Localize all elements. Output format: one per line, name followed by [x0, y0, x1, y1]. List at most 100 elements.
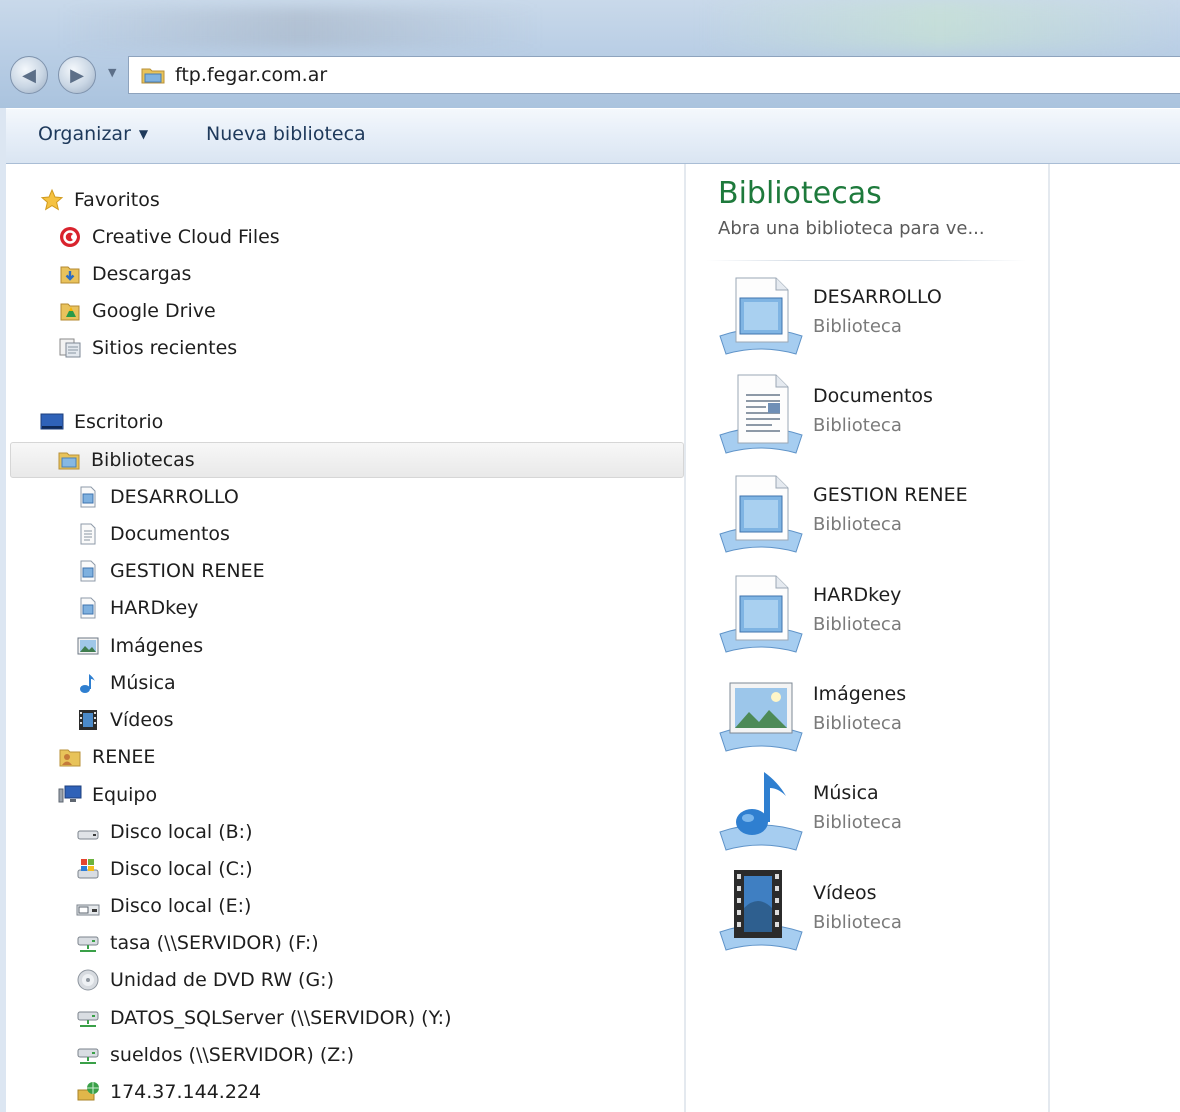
nav-item-label: Google Drive	[92, 300, 216, 322]
library-type: Biblioteca	[813, 614, 902, 635]
nav-item-label: sueldos (\\SERVIDOR) (Z:)	[110, 1044, 355, 1066]
library-type: Biblioteca	[813, 316, 902, 337]
library-name: Vídeos	[813, 882, 877, 904]
organize-label: Organizar	[38, 123, 131, 145]
new-library-button[interactable]: Nueva biblioteca	[206, 123, 366, 145]
creative-cloud-icon	[58, 225, 82, 249]
nav-item-label: DATOS_SQLServer (\\SERVIDOR) (Y:)	[110, 1007, 452, 1029]
music-icon	[719, 772, 803, 851]
nav-item-library[interactable]: Imágenes	[76, 628, 203, 664]
window-title-bar: ◀ ▶ ▼ ftp.fegar.com.ar	[0, 0, 1180, 108]
library-folder-icon	[57, 448, 81, 472]
library-icon	[719, 475, 803, 553]
nav-item-drive[interactable]: Disco local (E:)	[76, 888, 251, 924]
nav-item-user-folder[interactable]: RENEE	[58, 739, 155, 775]
library-tile[interactable]: HARDkey Biblioteca	[716, 570, 1036, 662]
nav-item-library[interactable]: Documentos	[76, 516, 230, 552]
nav-item-computer[interactable]: Equipo	[58, 777, 157, 813]
hard-drive-icon	[76, 820, 100, 844]
nav-item-library[interactable]: DESARROLLO	[76, 479, 239, 515]
nav-item-drive[interactable]: tasa (\\SERVIDOR) (F:)	[76, 925, 319, 961]
nav-item-label: Música	[110, 672, 176, 694]
nav-item-drive[interactable]: DATOS_SQLServer (\\SERVIDOR) (Y:)	[76, 1000, 451, 1036]
nav-item-drive[interactable]: Disco local (C:)	[76, 851, 253, 887]
nav-item-library[interactable]: Música	[76, 665, 176, 701]
content-right-edge	[1048, 164, 1050, 1112]
videos-icon	[719, 870, 803, 951]
nav-item-label: GESTION RENEE	[110, 560, 265, 582]
library-type: Biblioteca	[813, 514, 902, 535]
library-name: GESTION RENEE	[813, 484, 968, 506]
library-type: Biblioteca	[813, 415, 902, 436]
nav-item-label: Disco local (C:)	[110, 858, 253, 880]
address-bar[interactable]: ftp.fegar.com.ar	[128, 56, 1180, 94]
library-tile[interactable]: Música Biblioteca	[716, 768, 1036, 860]
recent-pages-dropdown[interactable]: ▼	[108, 66, 116, 79]
nav-item-libraries[interactable]: Bibliotecas	[10, 442, 684, 478]
nav-item-drive[interactable]: Unidad de DVD RW (G:)	[76, 962, 334, 998]
nav-item-desktop[interactable]: Escritorio	[40, 404, 163, 440]
nav-item-drive[interactable]: Disco local (B:)	[76, 814, 253, 850]
organize-button[interactable]: Organizar ▼	[38, 123, 148, 145]
nav-item-label: Bibliotecas	[91, 449, 195, 471]
network-drive-icon	[76, 931, 100, 955]
nav-item-downloads[interactable]: Descargas	[58, 256, 191, 292]
library-type: Biblioteca	[813, 812, 902, 833]
google-drive-folder-icon	[58, 299, 82, 323]
nav-item-label: Imágenes	[110, 635, 204, 657]
navigation-pane: Favoritos Creative Cloud Files Descargas…	[6, 164, 684, 1112]
back-button[interactable]: ◀	[10, 56, 48, 94]
nav-item-recent-places[interactable]: Sitios recientes	[58, 330, 237, 366]
header-divider	[706, 260, 1026, 261]
nav-item-favorites[interactable]: Favoritos	[40, 182, 160, 218]
nav-item-label: Equipo	[92, 784, 158, 806]
libraries-content-pane: Bibliotecas Abra una biblioteca para ve.…	[686, 164, 1050, 1112]
desktop-icon	[40, 410, 64, 434]
library-name: Documentos	[813, 385, 933, 407]
address-path[interactable]: ftp.fegar.com.ar	[175, 64, 327, 86]
library-tile[interactable]: Imágenes Biblioteca	[716, 669, 1036, 761]
library-tile[interactable]: GESTION RENEE Biblioteca	[716, 470, 1036, 562]
music-icon	[76, 671, 100, 695]
nav-item-creative-cloud[interactable]: Creative Cloud Files	[58, 219, 280, 255]
library-icon	[76, 559, 100, 583]
network-drive-icon	[76, 1043, 100, 1067]
nav-item-label: Descargas	[92, 263, 192, 285]
downloads-folder-icon	[58, 262, 82, 286]
nav-item-google-drive[interactable]: Google Drive	[58, 293, 216, 329]
documents-icon	[719, 374, 803, 454]
chevron-down-icon: ▼	[138, 127, 149, 141]
library-type: Biblioteca	[813, 912, 902, 933]
computer-icon	[58, 783, 82, 807]
library-name: DESARROLLO	[813, 286, 942, 308]
nav-item-label: Sitios recientes	[92, 337, 238, 359]
forward-button[interactable]: ▶	[58, 56, 96, 94]
back-arrow-icon: ◀	[22, 64, 36, 86]
library-icon	[76, 485, 100, 509]
library-type: Biblioteca	[813, 713, 902, 734]
network-location-icon	[76, 1080, 100, 1104]
user-folder-icon	[58, 745, 82, 769]
nav-item-drive[interactable]: 174.37.144.224	[76, 1074, 261, 1110]
library-tile[interactable]: DESARROLLO Biblioteca	[716, 272, 1036, 364]
title-bar-blur-right	[700, 0, 1180, 50]
nav-item-label: HARDkey	[110, 597, 199, 619]
page-title: Bibliotecas	[718, 176, 882, 211]
nav-item-label: tasa (\\SERVIDOR) (F:)	[110, 932, 319, 954]
pictures-icon	[719, 682, 803, 752]
videos-icon	[76, 708, 100, 732]
nav-item-drive[interactable]: sueldos (\\SERVIDOR) (Z:)	[76, 1037, 354, 1073]
command-bar: Organizar ▼ Nueva biblioteca	[6, 108, 1180, 164]
nav-item-label: RENEE	[92, 746, 156, 768]
nav-item-library[interactable]: GESTION RENEE	[76, 553, 265, 589]
pictures-icon	[76, 634, 100, 658]
nav-item-library[interactable]: HARDkey	[76, 590, 198, 626]
library-tile[interactable]: Vídeos Biblioteca	[716, 868, 1036, 960]
library-tile[interactable]: Documentos Biblioteca	[716, 371, 1036, 463]
new-library-label: Nueva biblioteca	[206, 123, 366, 145]
library-icon	[76, 596, 100, 620]
network-drive-icon	[76, 1006, 100, 1030]
nav-item-library[interactable]: Vídeos	[76, 702, 174, 738]
nav-item-label: Vídeos	[110, 709, 174, 731]
nav-item-label: Disco local (B:)	[110, 821, 253, 843]
